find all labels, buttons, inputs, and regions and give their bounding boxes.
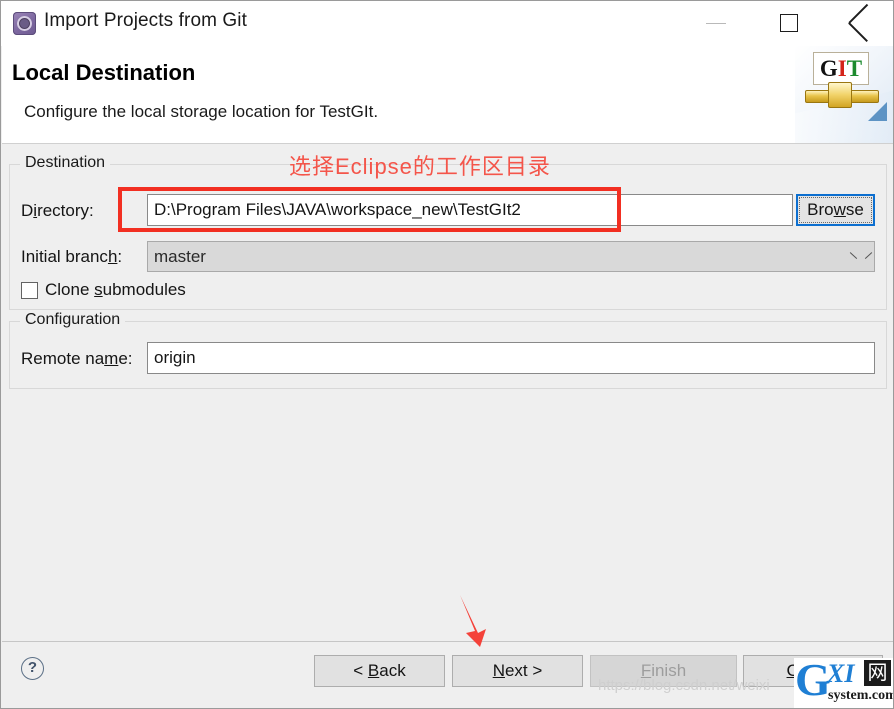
destination-group-title: Destination xyxy=(20,154,111,172)
initial-branch-value: master xyxy=(154,247,206,266)
remote-label-pre: Remote na xyxy=(21,349,105,368)
import-projects-dialog: Import Projects from Git Local Destinati… xyxy=(0,0,894,709)
title-bar: Import Projects from Git xyxy=(1,1,893,46)
next-label-post: ext > xyxy=(504,661,543,680)
csdn-watermark-url: https://blog.csdn.net/weixi xyxy=(598,677,770,694)
clone-label-pre: Clone xyxy=(45,280,95,299)
next-button[interactable]: Next > xyxy=(452,655,583,687)
back-label-pre: < xyxy=(353,661,368,680)
back-label-post: ack xyxy=(379,661,406,680)
git-logo-g: G xyxy=(819,56,838,81)
watermark-cn-box: 网 xyxy=(864,660,891,686)
configuration-group-title: Configuration xyxy=(20,311,126,329)
watermark-letters-xi: XI xyxy=(827,659,855,688)
maximize-button[interactable] xyxy=(765,1,813,46)
clone-label-mnemonic: s xyxy=(94,280,103,299)
git-logo-i: I xyxy=(837,56,847,81)
maximize-icon xyxy=(780,14,798,32)
git-logo-plate: GIT xyxy=(813,52,869,85)
clone-submodules-checkbox[interactable]: Clone submodules xyxy=(21,279,186,301)
page-description: Configure the local storage location for… xyxy=(24,102,379,121)
help-icon[interactable]: ? xyxy=(21,657,44,680)
browse-button[interactable]: Browse xyxy=(796,194,875,226)
remote-name-input[interactable] xyxy=(147,342,875,374)
page-title: Local Destination xyxy=(12,60,196,85)
branch-label-pre: Initial branc xyxy=(21,247,108,266)
checkbox-icon[interactable] xyxy=(21,281,38,299)
initial-branch-label: Initial branch: xyxy=(21,247,122,267)
back-button[interactable]: < Back xyxy=(314,655,445,687)
minimize-icon xyxy=(706,23,726,24)
clone-label-post: ubmodules xyxy=(102,280,186,299)
initial-branch-combo[interactable]: master xyxy=(147,241,875,272)
directory-label: Directory: xyxy=(21,201,94,221)
browse-label-mnemonic: w xyxy=(833,200,846,219)
watermark-subtitle: system.com xyxy=(828,688,894,703)
directory-input[interactable] xyxy=(147,194,793,226)
close-icon xyxy=(849,13,869,33)
branch-label-post: : xyxy=(117,247,123,266)
branch-label-mnemonic: h xyxy=(107,247,118,266)
clone-submodules-label: Clone submodules xyxy=(45,280,186,300)
footer-separator xyxy=(2,641,893,642)
gxi-watermark-logo: G XI 网 system.com xyxy=(794,658,894,708)
git-banner-image: GIT xyxy=(795,46,893,143)
banner-triangle xyxy=(868,102,887,121)
close-button[interactable] xyxy=(835,1,883,46)
chevron-down-icon xyxy=(851,251,862,262)
wizard-header: Local Destination Configure the local st… xyxy=(2,46,893,144)
git-pipe-box-icon xyxy=(828,82,852,108)
minimize-button[interactable] xyxy=(692,1,740,46)
back-label-mnemonic: B xyxy=(367,661,380,680)
watermark-letter-g: G xyxy=(795,658,831,705)
remote-name-label: Remote name: xyxy=(21,349,133,369)
annotation-note: 选择Eclipse的工作区目录 xyxy=(289,154,551,179)
window-title: Import Projects from Git xyxy=(44,10,247,31)
remote-label-post: e: xyxy=(118,349,133,368)
next-label-mnemonic: N xyxy=(492,661,505,680)
directory-label-post: rectory: xyxy=(37,201,94,220)
directory-label-pre: D xyxy=(21,201,34,220)
browse-label-pre: Bro xyxy=(807,200,834,219)
remote-label-mnemonic: m xyxy=(104,349,119,368)
browse-label-post: se xyxy=(845,200,864,219)
git-logo-t: T xyxy=(846,56,863,81)
git-import-icon xyxy=(13,12,36,35)
